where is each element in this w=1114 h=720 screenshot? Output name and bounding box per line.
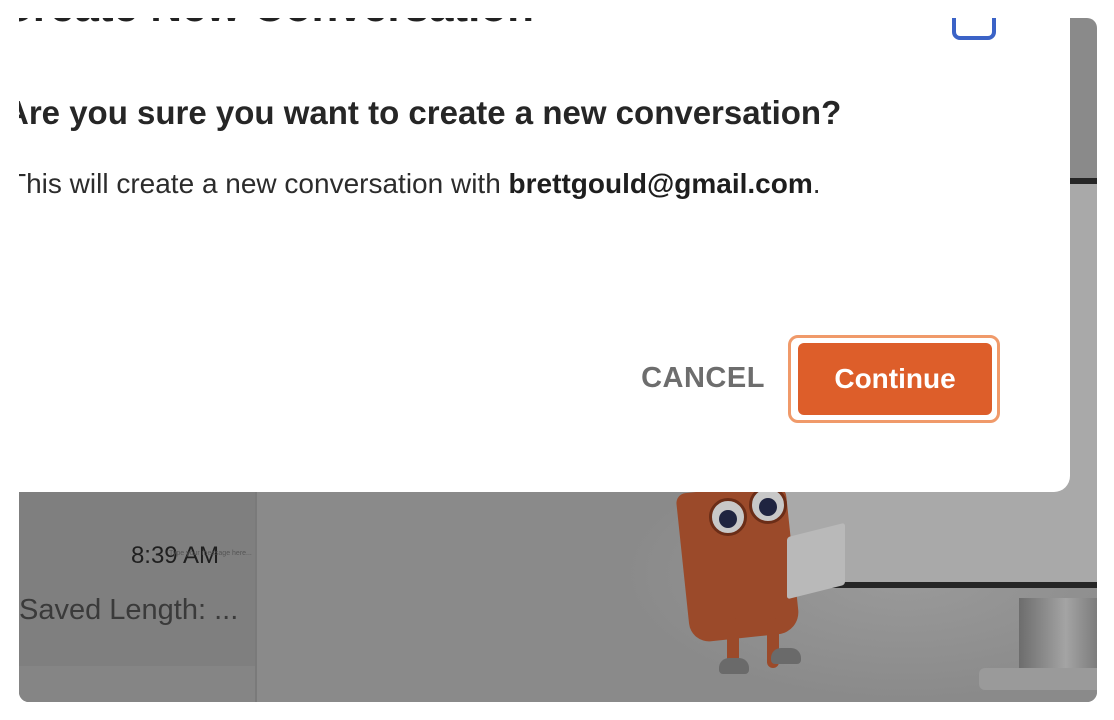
close-button[interactable] — [952, 18, 996, 40]
message-input-placeholder: Type your message here... — [169, 550, 252, 557]
monitor-base — [979, 668, 1097, 690]
dialog-title: Create New Conversation — [19, 18, 534, 32]
mascot-shoe-left — [719, 658, 749, 674]
monitor-stand — [1019, 598, 1097, 678]
mascot-shoe-right — [771, 648, 801, 664]
conversation-length: Saved Length: ... — [19, 594, 239, 626]
confirm-dialog: Create New Conversation Are you sure you… — [19, 18, 1070, 492]
conversation-list-footer — [19, 666, 255, 702]
mascot-eye-left — [709, 498, 747, 536]
continue-button[interactable]: Continue — [798, 343, 992, 415]
dialog-message-prefix: This will create a new conversation with — [19, 168, 509, 199]
close-icon — [962, 18, 988, 26]
dialog-message: This will create a new conversation with… — [19, 168, 821, 200]
dialog-question: Are you sure you want to create a new co… — [19, 94, 842, 131]
cancel-button[interactable]: CANCEL — [633, 354, 773, 402]
recipient-email: brettgould@gmail.com — [508, 168, 813, 199]
dialog-message-suffix: . — [812, 168, 821, 199]
